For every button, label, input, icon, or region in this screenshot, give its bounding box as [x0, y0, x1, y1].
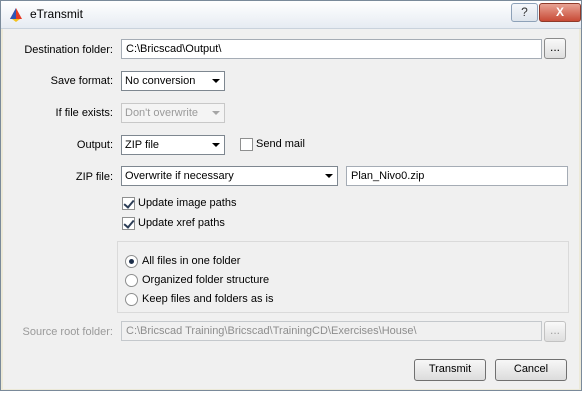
source-root-folder-input[interactable]: C:\Bricscad Training\Bricscad\TrainingCD… — [121, 321, 542, 341]
send-mail-checkbox[interactable] — [240, 138, 253, 151]
save-format-label: Save format: — [50, 75, 113, 87]
destination-folder-input[interactable]: C:\Bricscad\Output\ — [121, 39, 542, 59]
zip-file-mode-dropdown[interactable]: Overwrite if necessary — [121, 166, 338, 186]
radio-organized-folder-structure-label: Organized folder structure — [142, 274, 270, 286]
zip-file-mode-value: Overwrite if necessary — [125, 170, 234, 182]
window-title: eTransmit — [30, 7, 83, 21]
bricscad-app-icon — [10, 8, 22, 22]
send-mail-label: Send mail — [256, 138, 305, 150]
etransmit-dialog: eTransmit ? X Destination folder: C:\Bri… — [0, 0, 582, 391]
help-button[interactable]: ? — [511, 3, 538, 22]
if-file-exists-dropdown[interactable]: Don't overwrite — [121, 103, 225, 123]
update-image-paths-label: Update image paths — [138, 197, 237, 209]
folder-structure-group: All files in one folder Organized folder… — [117, 241, 569, 313]
source-root-browse-button[interactable]: ... — [544, 321, 566, 342]
radio-keep-files-folders-label: Keep files and folders as is — [142, 293, 274, 305]
save-format-dropdown[interactable]: No conversion — [121, 71, 225, 91]
save-format-value: No conversion — [125, 75, 196, 87]
update-image-paths-checkbox[interactable] — [122, 197, 135, 210]
destination-browse-button[interactable]: ... — [544, 38, 566, 59]
radio-organized-folder-structure[interactable] — [125, 274, 138, 287]
transmit-button[interactable]: Transmit — [414, 359, 486, 381]
output-label: Output: — [76, 139, 113, 151]
output-dropdown[interactable]: ZIP file — [121, 135, 225, 155]
chevron-down-icon — [212, 143, 220, 147]
chevron-down-icon — [212, 79, 220, 83]
destination-folder-label: Destination folder: — [24, 44, 113, 56]
close-button[interactable]: X — [539, 3, 581, 22]
chevron-down-icon — [325, 174, 333, 178]
if-file-exists-value: Don't overwrite — [125, 107, 199, 119]
output-value: ZIP file — [125, 139, 160, 151]
title-bar[interactable]: eTransmit ? X — [1, 1, 581, 29]
update-xref-paths-checkbox[interactable] — [122, 217, 135, 230]
dialog-body: Destination folder: C:\Bricscad\Output\ … — [3, 29, 579, 389]
cancel-button[interactable]: Cancel — [495, 359, 567, 381]
if-file-exists-label: If file exists: — [55, 107, 113, 119]
zip-file-label: ZIP file: — [75, 171, 113, 183]
radio-all-files-one-folder-label: All files in one folder — [142, 255, 241, 267]
radio-all-files-one-folder[interactable] — [125, 255, 138, 268]
update-xref-paths-label: Update xref paths — [138, 217, 225, 229]
source-root-folder-label: Source root folder: — [22, 326, 114, 338]
zip-file-name-input[interactable]: Plan_Nivo0.zip — [346, 166, 568, 186]
radio-keep-files-folders[interactable] — [125, 293, 138, 306]
chevron-down-icon — [212, 111, 220, 115]
